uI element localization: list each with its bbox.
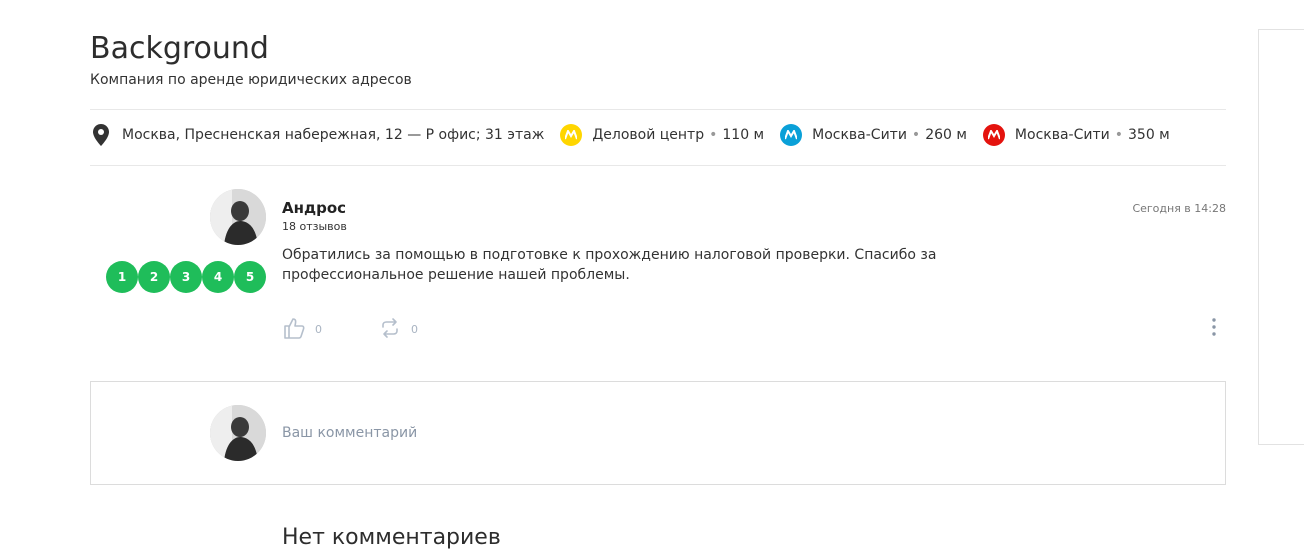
metro-station-1: Деловой центр • 110 м	[560, 124, 764, 146]
repost-button[interactable]: 0	[379, 316, 418, 343]
metro-name: Москва-Сити	[812, 127, 907, 143]
review-date: Сегодня в 14:28	[1132, 202, 1226, 215]
metro-distance: 260 м	[925, 127, 967, 143]
metro-name: Деловой центр	[592, 127, 705, 143]
metro-distance: 350 м	[1128, 127, 1170, 143]
author-name[interactable]: Андрос	[282, 199, 346, 217]
rating-circle: 3	[170, 261, 202, 293]
likes-count: 0	[315, 323, 322, 336]
metro-name: Москва-Сити	[1014, 127, 1110, 143]
comment-input[interactable]	[282, 422, 882, 444]
thumbs-up-icon	[283, 316, 305, 343]
rating-circle: 2	[138, 261, 170, 293]
review-text: Обратились за помощью в подготовке к про…	[282, 247, 937, 283]
more-vertical-icon	[1212, 317, 1216, 341]
avatar[interactable]	[210, 189, 266, 245]
company-subtitle: Компания по аренде юридических адресов	[90, 72, 412, 88]
author-reviews-count[interactable]: 18 отзывов	[282, 220, 347, 233]
rating-circle: 1	[106, 261, 138, 293]
rating-circle: 4	[202, 261, 234, 293]
separator: •	[911, 127, 921, 143]
divider	[90, 109, 1226, 110]
metro-station-3: Москва-Сити • 350 м	[982, 124, 1170, 146]
more-options-button[interactable]	[1204, 318, 1224, 340]
metro-icon	[560, 124, 583, 146]
metro-station-2: Москва-Сити • 260 м	[780, 124, 967, 146]
address-row: Москва, Пресненская набережная, 12 — Р о…	[90, 123, 1170, 147]
reposts-count: 0	[411, 323, 418, 336]
metro-distance: 110 м	[722, 127, 765, 143]
divider	[90, 165, 1226, 166]
separator: •	[709, 127, 718, 143]
avatar	[210, 405, 266, 461]
rating-scale: 1 2 3 4 5	[106, 261, 266, 293]
map-pin-icon	[90, 123, 112, 147]
metro-icon	[780, 124, 803, 146]
like-button[interactable]: 0	[283, 316, 322, 343]
no-comments-title: Нет комментариев	[282, 525, 501, 550]
company-title: Background	[90, 31, 269, 66]
separator: •	[1114, 127, 1123, 143]
address-text: Москва, Пресненская набережная, 12 — Р о…	[122, 127, 545, 143]
metro-icon	[982, 124, 1005, 146]
repost-icon	[379, 316, 401, 343]
rating-circle: 5	[234, 261, 266, 293]
side-panel	[1258, 29, 1304, 445]
